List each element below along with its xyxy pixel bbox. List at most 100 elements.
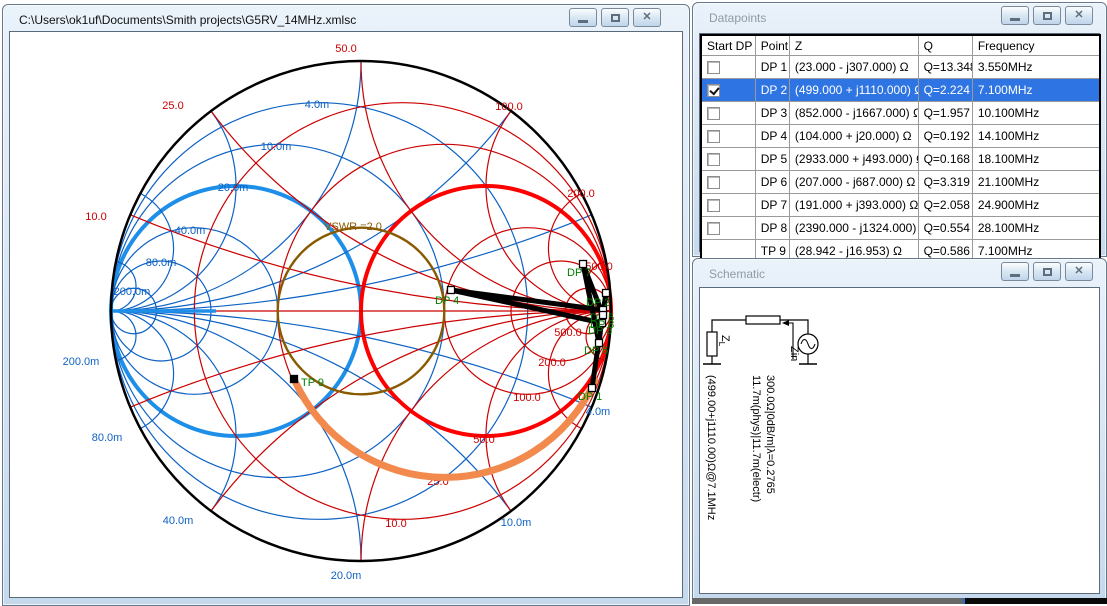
minimize-icon [1010, 18, 1020, 21]
schematic-canvas[interactable]: ZL Zin 300.0Ω|0dB/m|λ=0.2765 11.7m(phys)… [700, 288, 1101, 595]
datapoints-window: Datapoints ✕ Start DP Point Z Q Frequenc… [692, 2, 1107, 257]
maximize-button[interactable] [1033, 262, 1061, 281]
point-cell: DP 4 [755, 125, 789, 148]
start-dp-checkbox[interactable] [707, 222, 720, 235]
datapoints-table: Start DP Point Z Q Frequency DP 1 (23.00… [700, 34, 1101, 264]
start-dp-cell[interactable] [701, 194, 755, 217]
reactance-label: 100.0 [495, 101, 523, 113]
col-z[interactable]: Z [789, 35, 918, 56]
load-value-label: (499.00+j1110.00)Ω@7.1MHz [705, 375, 717, 520]
table-row[interactable]: DP 5 (2933.000 + j493.000) Ω Q=0.168 18.… [701, 148, 1100, 171]
conductance-label: 4.0m [305, 99, 329, 111]
q-cell: Q=13.348 [918, 56, 972, 79]
point-cell: DP 3 [755, 102, 789, 125]
datapoint-marker[interactable] [291, 376, 298, 383]
resistance-label: 500.0 [554, 327, 582, 339]
impedance-cell: (852.000 - j1667.000) Ω [789, 102, 918, 125]
start-dp-cell[interactable] [701, 102, 755, 125]
frequency-cell: 18.100MHz [972, 148, 1100, 171]
datapoint-marker[interactable] [600, 312, 607, 319]
susceptance-label: 20.0m [331, 570, 362, 582]
table-row[interactable]: DP 7 (191.000 + j393.000) Ω Q=2.058 24.9… [701, 194, 1100, 217]
point-cell: DP 7 [755, 194, 789, 217]
col-frequency[interactable]: Frequency [972, 35, 1100, 56]
q-cell: Q=3.319 [918, 171, 972, 194]
susceptance-label: 80.0m [92, 432, 123, 444]
start-dp-checkbox[interactable] [707, 107, 720, 120]
maximize-icon [1043, 268, 1052, 276]
impedance-cell: (23.000 - j307.000) Ω [789, 56, 918, 79]
table-row[interactable]: DP 3 (852.000 - j1667.000) Ω Q=1.957 10.… [701, 102, 1100, 125]
datapoint-label: DP 4 [435, 295, 459, 307]
close-button[interactable]: ✕ [1065, 6, 1093, 25]
col-point[interactable]: Point [755, 35, 789, 56]
conductance-label: 20.0m [218, 182, 249, 194]
datapoint-label: DP 1 [578, 391, 602, 403]
start-dp-checkbox[interactable] [707, 61, 720, 74]
point-cell: DP 2 [755, 79, 789, 102]
close-button[interactable]: ✕ [633, 8, 661, 27]
load-component[interactable] [707, 332, 717, 356]
col-start-dp[interactable]: Start DP [701, 35, 755, 56]
table-row[interactable]: DP 8 (2390.000 - j1324.000) Ω Q=0.554 28… [701, 217, 1100, 240]
maximize-button[interactable] [1033, 6, 1061, 25]
q-cell: Q=2.224 [918, 79, 972, 102]
close-button[interactable]: ✕ [1065, 262, 1093, 281]
maximize-button[interactable] [601, 8, 629, 27]
resistance-label: 10.0 [385, 518, 406, 530]
col-q[interactable]: Q [918, 35, 972, 56]
start-dp-cell[interactable] [701, 125, 755, 148]
table-row[interactable]: DP 1 (23.000 - j307.000) Ω Q=13.348 3.55… [701, 56, 1100, 79]
q-cell: Q=0.168 [918, 148, 972, 171]
line-spec-line1: 300.0Ω|0dB/m|λ=0.2765 [764, 375, 776, 494]
susceptance-label: 10.0m [501, 517, 532, 529]
start-dp-cell[interactable] [701, 79, 755, 102]
table-row[interactable]: DP 4 (104.000 + j20.000) Ω Q=0.192 14.10… [701, 125, 1100, 148]
conductance-label: 80.0m [146, 257, 177, 269]
datapoint-label: DP 8 [590, 319, 614, 331]
point-cell: DP 8 [755, 217, 789, 240]
line-spec-line2: 11.7m(phys)|11.7m(electr) [750, 375, 762, 502]
q-cell: Q=0.192 [918, 125, 972, 148]
minimize-button[interactable] [1001, 6, 1029, 25]
taskbar-dark [965, 598, 1107, 604]
start-dp-checkbox[interactable] [707, 84, 720, 97]
impedance-cell: (104.000 + j20.000) Ω [789, 125, 918, 148]
start-dp-checkbox[interactable] [707, 153, 720, 166]
table-row[interactable]: DP 6 (207.000 - j687.000) Ω Q=3.319 21.1… [701, 171, 1100, 194]
susceptance-arc [111, 111, 236, 311]
start-dp-checkbox[interactable] [707, 176, 720, 189]
start-dp-checkbox[interactable] [707, 130, 720, 143]
datapoints-window-buttons: ✕ [1001, 6, 1093, 25]
smith-chart-window: C:\Users\ok1uf\Documents\Smith projects\… [2, 4, 690, 606]
smith-chart[interactable]: VSWR =2.010.025.050.0100.0200.0500.0500.… [10, 32, 682, 597]
datapoint-marker[interactable] [448, 287, 455, 294]
start-dp-checkbox[interactable] [707, 199, 720, 212]
transmission-line-component[interactable] [746, 316, 780, 324]
susceptance-label: 4.0m [586, 406, 610, 418]
start-dp-cell[interactable] [701, 217, 755, 240]
frequency-cell: 14.100MHz [972, 125, 1100, 148]
table-row[interactable]: DP 2 (499.000 + j1110.000) Ω Q=2.224 7.1… [701, 79, 1100, 102]
schematic-window-buttons: ✕ [1001, 262, 1093, 281]
frequency-cell: 24.900MHz [972, 194, 1100, 217]
resistance-label: 50.0 [473, 434, 494, 446]
impedance-cell: (207.000 - j687.000) Ω [789, 171, 918, 194]
minimize-button[interactable] [569, 8, 597, 27]
point-cell: DP 1 [755, 56, 789, 79]
minimize-button[interactable] [1001, 262, 1029, 281]
susceptance-label: 200.0m [63, 356, 100, 368]
susceptance-label: 40.0m [163, 515, 194, 527]
start-dp-cell[interactable] [701, 56, 755, 79]
start-dp-cell[interactable] [701, 148, 755, 171]
frequency-cell: 3.550MHz [972, 56, 1100, 79]
minimize-icon [1010, 274, 1020, 277]
impedance-cell: (2390.000 - j1324.000) Ω [789, 217, 918, 240]
datapoint-marker[interactable] [603, 290, 610, 297]
vswr-label: VSWR =2.0 [324, 221, 382, 233]
smith-chart-canvas[interactable]: VSWR =2.010.025.050.0100.0200.0500.0500.… [9, 31, 683, 598]
datapoint-label: DP 7 [567, 267, 591, 279]
start-dp-cell[interactable] [701, 171, 755, 194]
point-cell: DP 6 [755, 171, 789, 194]
susceptance-arc [111, 311, 236, 511]
